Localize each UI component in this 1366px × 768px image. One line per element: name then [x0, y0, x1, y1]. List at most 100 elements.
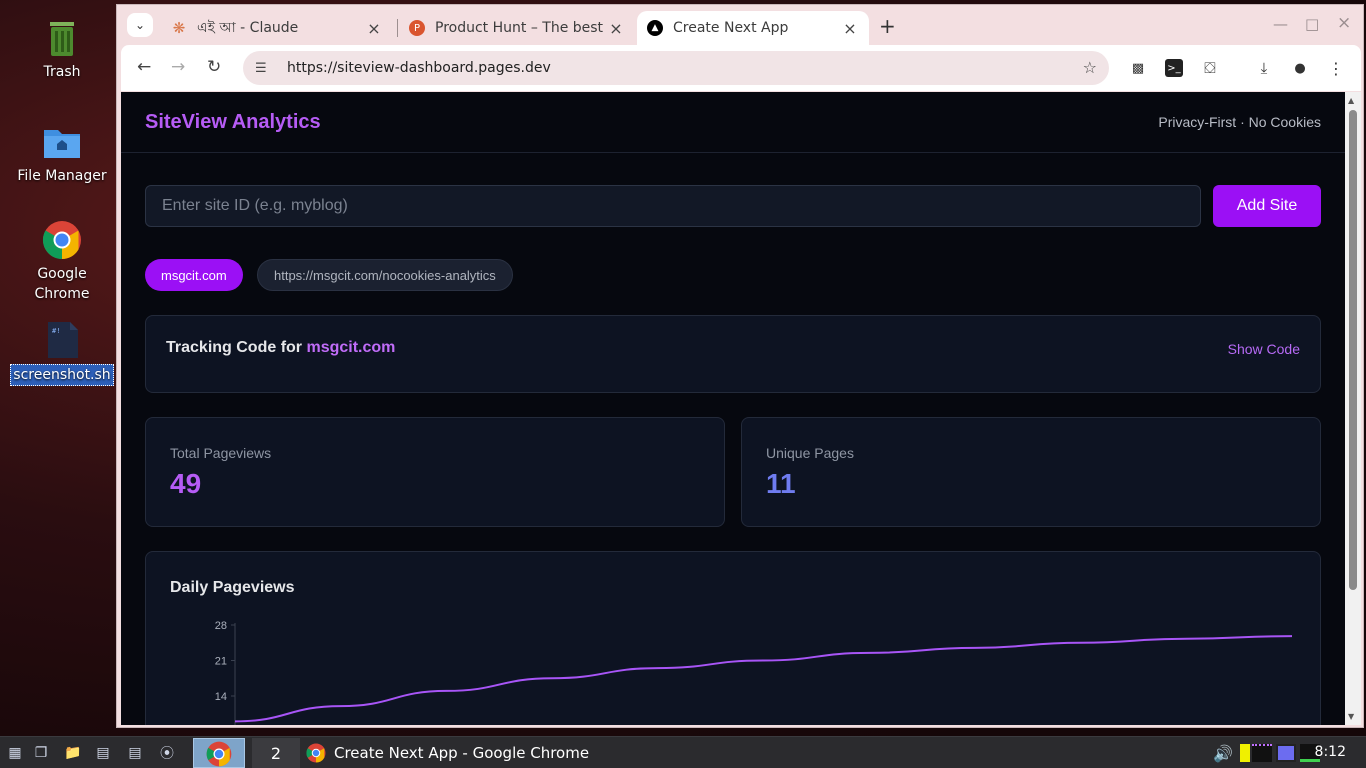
- taskbar-window-chrome[interactable]: Create Next App - Google Chrome: [306, 738, 589, 768]
- tracking-code-title: Tracking Code for msgcit.com: [166, 339, 395, 357]
- workspace-switcher[interactable]: 2: [252, 738, 300, 768]
- tab-claude[interactable]: ❋ এই আ - Claude ×: [161, 11, 393, 45]
- back-button[interactable]: ←: [137, 57, 151, 77]
- maximize-button[interactable]: □: [1305, 15, 1319, 33]
- tab-create-next-app[interactable]: ▲ Create Next App ×: [637, 11, 869, 45]
- minimize-icon: —: [1273, 15, 1288, 33]
- tab-title: Product Hunt – The best: [435, 20, 604, 36]
- app-brand[interactable]: SiteView Analytics: [145, 111, 321, 134]
- close-icon[interactable]: ×: [841, 19, 859, 38]
- daily-pageviews-card: Daily Pageviews 28 21 14: [145, 551, 1321, 725]
- app-menu-icon[interactable]: ▦: [4, 742, 26, 764]
- stat-label: Total Pageviews: [170, 445, 272, 461]
- extensions-puzzle-icon[interactable]: ⛋: [1201, 59, 1219, 77]
- app-header: SiteView Analytics Privacy-First · No Co…: [121, 92, 1345, 153]
- arrow-right-icon: →: [171, 57, 186, 77]
- chrome-icon: [206, 741, 232, 767]
- bookmark-star-icon[interactable]: ☆: [1083, 58, 1097, 77]
- close-window-button[interactable]: ×: [1337, 13, 1351, 33]
- reload-icon: ↻: [207, 57, 222, 77]
- stat-value: 49: [170, 468, 202, 499]
- stat-label: Unique Pages: [766, 445, 854, 461]
- download-icon[interactable]: ⤓: [1255, 59, 1273, 77]
- tracking-code-card: Tracking Code for msgcit.com Show Code: [145, 315, 1321, 393]
- extension-monitor-icon[interactable]: ▩: [1129, 59, 1147, 77]
- task-title: Create Next App - Google Chrome: [334, 744, 590, 762]
- chrome-icon: [306, 743, 326, 763]
- terminal-extension-icon[interactable]: >_: [1165, 59, 1183, 77]
- desktop-icon-trash[interactable]: Trash: [8, 18, 116, 82]
- svg-text:#!: #!: [52, 327, 60, 335]
- url-text: https://siteview-dashboard.pages.dev: [287, 60, 551, 76]
- close-icon: ×: [1337, 13, 1352, 33]
- site-id-input[interactable]: [145, 185, 1201, 227]
- desktop-icon-label: File Manager: [17, 168, 107, 184]
- desktop-icon-label: screenshot.sh: [10, 364, 114, 386]
- text-editor-icon[interactable]: ▤: [124, 742, 146, 764]
- stat-value: 11: [766, 468, 796, 499]
- archive-icon[interactable]: ▤: [92, 742, 114, 764]
- reload-button[interactable]: ↻: [207, 57, 221, 77]
- desktop-icon-google-chrome[interactable]: Google Chrome: [8, 220, 116, 304]
- pageviews-series-line: [234, 635, 1293, 723]
- forward-button[interactable]: →: [171, 57, 185, 77]
- chevron-down-icon: ⌄: [134, 18, 146, 32]
- folder-icon: [44, 130, 80, 158]
- browser-window: ⌄ ❋ এই আ - Claude × P Product Hunt – The…: [116, 4, 1364, 728]
- desktop-icon-screenshot-sh[interactable]: #! screenshot.sh: [8, 320, 116, 386]
- browser-launcher-icon[interactable]: ⦿: [156, 742, 178, 764]
- desktop-icon-label: Google Chrome: [34, 266, 90, 302]
- daily-pageviews-chart: 28 21 14: [215, 620, 1293, 725]
- close-icon[interactable]: ×: [365, 19, 383, 38]
- address-bar[interactable]: ☰ https://siteview-dashboard.pages.dev ☆: [243, 51, 1109, 85]
- site-info-icon[interactable]: ☰: [255, 61, 275, 76]
- scrollbar-thumb[interactable]: [1349, 110, 1357, 590]
- show-code-button[interactable]: Show Code: [1228, 341, 1300, 357]
- scroll-up-icon[interactable]: ▲: [1348, 96, 1354, 105]
- web-page: SiteView Analytics Privacy-First · No Co…: [121, 92, 1345, 725]
- y-tick-label: 21: [215, 656, 227, 668]
- total-pageviews-card: Total Pageviews 49: [145, 417, 725, 527]
- site-chip-msgcit[interactable]: msgcit.com: [145, 259, 243, 291]
- window-switcher-icon[interactable]: ❐: [30, 742, 52, 764]
- tab-search-button[interactable]: ⌄: [127, 13, 153, 37]
- tracking-code-prefix: Tracking Code for: [166, 339, 303, 356]
- taskbar: ▦ ❐ 📁 ▤ ▤ ⦿ 2 Create Next App - Google C…: [0, 736, 1366, 768]
- scroll-down-icon[interactable]: ▼: [1348, 712, 1354, 721]
- tab-divider: [397, 19, 398, 37]
- files-icon[interactable]: 📁: [62, 742, 84, 764]
- browser-toolbar: ← → ↻ ☰ https://siteview-dashboard.pages…: [121, 45, 1361, 91]
- chrome-icon: [42, 221, 81, 260]
- y-tick-label: 28: [215, 620, 227, 632]
- tab-title: এই আ - Claude: [197, 20, 299, 36]
- tab-product-hunt[interactable]: P Product Hunt – The best ×: [399, 11, 635, 45]
- plus-icon: +: [879, 14, 896, 38]
- kebab-menu-icon[interactable]: ⋮: [1327, 59, 1345, 78]
- script-file-icon: #!: [48, 322, 78, 358]
- maximize-icon: □: [1305, 15, 1320, 33]
- trash-icon: [50, 22, 74, 56]
- battery-indicator-icon[interactable]: [1240, 744, 1250, 762]
- taskbar-chrome-pinned[interactable]: [193, 738, 245, 768]
- minimize-button[interactable]: —: [1273, 15, 1288, 33]
- new-tab-button[interactable]: +: [879, 14, 896, 38]
- profile-avatar-icon[interactable]: ●: [1291, 59, 1309, 77]
- tracking-code-site: msgcit.com: [306, 339, 396, 356]
- volume-icon[interactable]: 🔊: [1212, 742, 1234, 764]
- memory-monitor-icon[interactable]: [1276, 744, 1296, 762]
- add-site-button[interactable]: Add Site: [1213, 185, 1321, 227]
- cpu-monitor-icon[interactable]: [1252, 744, 1272, 762]
- app-tagline: Privacy-First · No Cookies: [1158, 114, 1321, 130]
- nextjs-icon: ▲: [647, 20, 663, 36]
- close-icon[interactable]: ×: [607, 19, 625, 38]
- arrow-left-icon: ←: [137, 57, 152, 77]
- desktop-icon-label: Trash: [43, 64, 81, 80]
- site-chip-nocookies[interactable]: https://msgcit.com/nocookies-analytics: [257, 259, 513, 291]
- tab-strip: ⌄ ❋ এই আ - Claude × P Product Hunt – The…: [117, 5, 1363, 45]
- page-scrollbar[interactable]: ▲ ▼: [1345, 92, 1361, 725]
- unique-pages-card: Unique Pages 11: [741, 417, 1321, 527]
- clock: 8:12: [1314, 744, 1346, 760]
- desktop-icon-file-manager[interactable]: File Manager: [8, 122, 116, 186]
- claude-icon: ❋: [172, 19, 186, 37]
- y-tick-label: 14: [215, 691, 227, 703]
